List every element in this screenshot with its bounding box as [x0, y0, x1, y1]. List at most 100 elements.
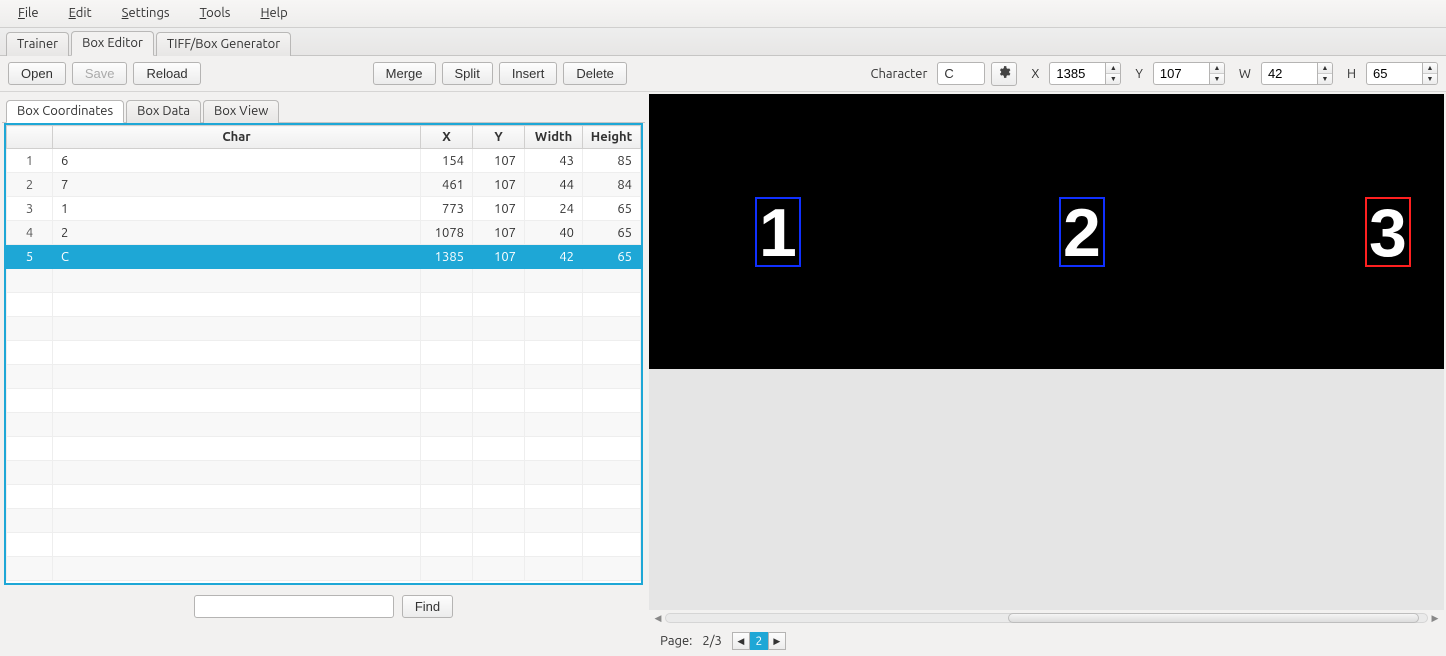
cell-h: 84 [583, 173, 641, 197]
cell-y: 107 [473, 221, 525, 245]
cell-w: 42 [525, 245, 583, 269]
table-row [7, 317, 641, 341]
table-row [7, 557, 641, 581]
h-down-icon[interactable]: ▼ [1423, 74, 1437, 84]
y-spinner[interactable]: ▲▼ [1153, 62, 1225, 85]
x-input[interactable] [1049, 62, 1105, 85]
menu-tools[interactable]: Tools [196, 4, 235, 22]
cell-y: 107 [473, 173, 525, 197]
scroll-right-icon[interactable]: ▶ [1428, 611, 1442, 625]
merge-button[interactable]: Merge [373, 62, 436, 85]
insert-button[interactable]: Insert [499, 62, 558, 85]
w-label: W [1239, 67, 1251, 81]
bounding-box[interactable] [755, 197, 801, 267]
h-up-icon[interactable]: ▲ [1423, 63, 1437, 74]
cell-h: 65 [583, 245, 641, 269]
cell-x: 154 [421, 149, 473, 173]
x-up-icon[interactable]: ▲ [1106, 63, 1120, 74]
gear-icon [997, 65, 1011, 82]
cell-h: 85 [583, 149, 641, 173]
tab-trainer[interactable]: Trainer [6, 32, 69, 56]
toolbar: Open Save Reload Merge Split Insert Dele… [0, 56, 1446, 92]
subtab-box-data[interactable]: Box Data [126, 100, 201, 123]
table-row [7, 341, 641, 365]
sub-tabs: Box Coordinates Box Data Box View [2, 96, 645, 123]
reload-button[interactable]: Reload [133, 62, 200, 85]
table-row[interactable]: 274611074484 [7, 173, 641, 197]
cell-rownum: 2 [7, 173, 53, 197]
table-row [7, 437, 641, 461]
y-down-icon[interactable]: ▼ [1210, 74, 1224, 84]
table-row[interactable]: 161541074385 [7, 149, 641, 173]
find-input[interactable] [194, 595, 394, 618]
y-up-icon[interactable]: ▲ [1210, 63, 1224, 74]
h-input[interactable] [1366, 62, 1422, 85]
col-rownum[interactable] [7, 126, 53, 149]
open-button[interactable]: Open [8, 62, 66, 85]
subtab-box-view[interactable]: Box View [203, 100, 279, 123]
menu-bar: File Edit Settings Tools Help [0, 0, 1446, 28]
subtab-box-coordinates[interactable]: Box Coordinates [6, 100, 124, 123]
w-up-icon[interactable]: ▲ [1318, 63, 1332, 74]
menu-help[interactable]: Help [256, 4, 291, 22]
menu-file[interactable]: File [14, 4, 43, 22]
menu-settings[interactable]: Settings [118, 4, 174, 22]
delete-button[interactable]: Delete [563, 62, 627, 85]
bounding-box[interactable] [1365, 197, 1411, 267]
page-next-button[interactable]: ▶ [768, 632, 786, 650]
scroll-track[interactable] [665, 613, 1428, 623]
col-height[interactable]: Height [583, 126, 641, 149]
menu-edit[interactable]: Edit [65, 4, 96, 22]
y-input[interactable] [1153, 62, 1209, 85]
save-button[interactable]: Save [72, 62, 128, 85]
col-y[interactable]: Y [473, 126, 525, 149]
cell-rownum: 4 [7, 221, 53, 245]
horizontal-scrollbar[interactable]: ◀ ▶ [649, 610, 1444, 626]
pager: ◀ 2 ▶ [732, 632, 786, 650]
bounding-box[interactable] [1059, 197, 1105, 267]
w-input[interactable] [1261, 62, 1317, 85]
scroll-left-icon[interactable]: ◀ [651, 611, 665, 625]
col-char[interactable]: Char [53, 126, 421, 149]
x-down-icon[interactable]: ▼ [1106, 74, 1120, 84]
table-row[interactable]: 4210781074065 [7, 221, 641, 245]
gear-button[interactable] [991, 62, 1017, 86]
cell-h: 65 [583, 221, 641, 245]
page-prev-button[interactable]: ◀ [732, 632, 750, 650]
col-width[interactable]: Width [525, 126, 583, 149]
tab-box-editor[interactable]: Box Editor [71, 31, 154, 56]
image-viewer[interactable]: 123 [649, 94, 1444, 610]
find-button[interactable]: Find [402, 595, 453, 618]
table-row[interactable]: 317731072465 [7, 197, 641, 221]
x-label: X [1031, 67, 1039, 81]
cell-w: 43 [525, 149, 583, 173]
table-row[interactable]: 5C13851074265 [7, 245, 641, 269]
box-table[interactable]: Char X Y Width Height 161541074385274611… [4, 123, 643, 585]
x-spinner[interactable]: ▲▼ [1049, 62, 1121, 85]
cell-w: 40 [525, 221, 583, 245]
tab-tiff-box-generator[interactable]: TIFF/Box Generator [156, 32, 291, 56]
split-button[interactable]: Split [442, 62, 493, 85]
right-panel: 123 ◀ ▶ [647, 92, 1446, 626]
cell-char: 7 [53, 173, 421, 197]
table-row [7, 485, 641, 509]
left-panel: Box Coordinates Box Data Box View Char X… [0, 92, 647, 626]
cell-x: 461 [421, 173, 473, 197]
table-row [7, 365, 641, 389]
table-row [7, 389, 641, 413]
page-current: 2 [750, 632, 768, 650]
page-text: 2/3 [702, 634, 721, 648]
cell-w: 44 [525, 173, 583, 197]
col-x[interactable]: X [421, 126, 473, 149]
cell-y: 107 [473, 149, 525, 173]
page-label: Page: [660, 634, 692, 648]
w-down-icon[interactable]: ▼ [1318, 74, 1332, 84]
cell-x: 1078 [421, 221, 473, 245]
scroll-thumb[interactable] [1008, 613, 1419, 623]
cell-char: 2 [53, 221, 421, 245]
main-tabs: Trainer Box Editor TIFF/Box Generator [0, 28, 1446, 56]
cell-rownum: 1 [7, 149, 53, 173]
w-spinner[interactable]: ▲▼ [1261, 62, 1333, 85]
character-input[interactable] [937, 62, 985, 85]
h-spinner[interactable]: ▲▼ [1366, 62, 1438, 85]
